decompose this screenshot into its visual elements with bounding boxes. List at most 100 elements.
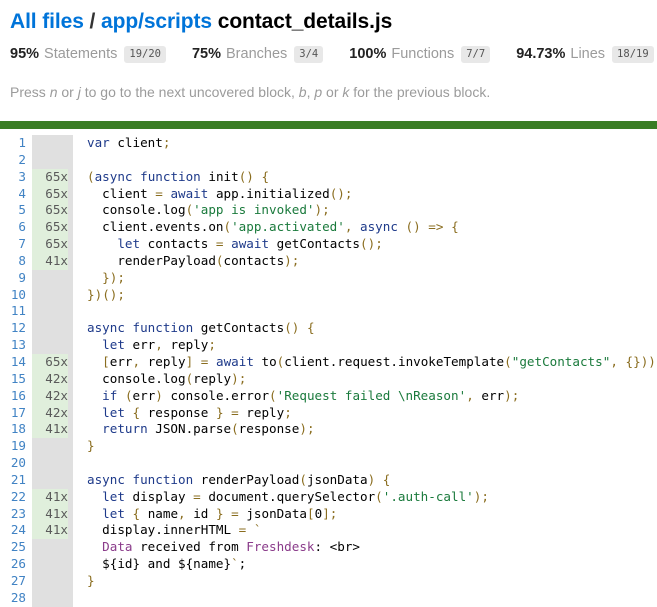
hit-count [32, 556, 68, 573]
line-number[interactable]: 6 [0, 219, 26, 236]
line-number[interactable]: 1 [0, 135, 26, 152]
hit-count: 65x [32, 353, 68, 371]
metric-statements-percent: 95% [10, 46, 40, 62]
line-number[interactable]: 18 [0, 421, 26, 438]
metric-statements-label: Statements [44, 46, 118, 62]
code-line: return JSON.parse(response); [102, 421, 315, 437]
code-line: var client; [87, 135, 171, 150]
line-number[interactable]: 13 [0, 337, 26, 354]
breadcrumb-link-all-files[interactable]: All files [10, 10, 84, 33]
code-line: })(); [87, 286, 125, 302]
code-line: (async function init() { [87, 168, 270, 184]
hit-count: 41x [32, 252, 68, 270]
hit-count-gutter: 65x 65x 65x 65x 65x 41x 65x 42x 42x 42x 41x 41x 41… [32, 135, 73, 607]
metric-functions-fraction: 7/7 [461, 45, 491, 63]
breadcrumb-filename: contact_details.js [217, 10, 393, 33]
code-line: let display = document.querySelector('.a… [102, 488, 489, 504]
hit-count [32, 337, 68, 354]
hint-part2: or [57, 84, 78, 100]
line-number[interactable]: 7 [0, 236, 26, 253]
hit-count [32, 539, 68, 557]
code-line: } [87, 572, 95, 588]
metric-functions-percent: 100% [349, 46, 387, 62]
line-number[interactable]: 16 [0, 388, 26, 405]
metric-lines-fraction: 18/19 [612, 45, 654, 63]
metric-statements: 95% Statements 19/20 [10, 45, 166, 63]
line-number[interactable]: 12 [0, 320, 26, 337]
line-number[interactable]: 10 [0, 287, 26, 304]
code-line: async function renderPayload(jsonData) { [87, 471, 391, 487]
line-number-gutter[interactable]: 1 2 3 4 5 6 7 8 9 10 11 12 13 14 15 16 17 18 19 20 21 22 23 24 2… [0, 135, 32, 607]
code-line: }); [102, 269, 125, 285]
hit-count: 42x [32, 370, 68, 388]
metric-branches-label: Branches [226, 46, 288, 62]
hint-part6: for the previous block. [349, 84, 491, 100]
code-line: let err, reply; [102, 337, 216, 353]
line-number[interactable]: 2 [0, 152, 26, 169]
hit-count: 42x [32, 404, 68, 422]
code-line: async function getContacts() { [87, 320, 315, 336]
code-line: console.log(reply); [87, 370, 247, 386]
metric-branches: 75% Branches 3/4 [192, 45, 324, 63]
line-number[interactable]: 21 [0, 472, 26, 489]
hit-count [32, 286, 68, 304]
breadcrumb-link-directory[interactable]: app/scripts [101, 10, 212, 33]
hint-key-b: b [298, 84, 307, 100]
line-number[interactable]: 24 [0, 522, 26, 539]
metric-branches-fraction: 3/4 [294, 45, 324, 63]
line-number[interactable]: 8 [0, 253, 26, 270]
code-line: console.log('app is invoked'); [87, 202, 330, 218]
code-line: Data received from Freshdesk: <br> [102, 539, 360, 555]
code-line: let { response } = reply; [102, 404, 292, 420]
metric-functions-label: Functions [391, 46, 455, 62]
code-line: renderPayload(contacts); [87, 252, 300, 268]
keyboard-hint: Press n or j to go to the next uncovered… [0, 83, 657, 101]
line-number[interactable]: 14 [0, 354, 26, 371]
source-code-view: 1 2 3 4 5 6 7 8 9 10 11 12 13 14 15 16 17 18 19 20 21 22 23 24 2… [0, 129, 657, 607]
metric-lines: 94.73% Lines 18/19 [516, 45, 654, 63]
code-line: if (err) console.error('Request failed \… [102, 387, 520, 403]
hit-count [32, 151, 68, 169]
line-number[interactable]: 3 [0, 169, 26, 186]
metric-lines-label: Lines [570, 46, 606, 62]
code-line: client = await app.initialized(); [87, 185, 353, 201]
hit-count: 41x [32, 505, 68, 523]
line-number[interactable]: 11 [0, 303, 26, 320]
source-code-body[interactable]: var client; (async function init() { cli… [73, 135, 657, 607]
line-number[interactable]: 28 [0, 590, 26, 607]
hit-count: 65x [32, 202, 68, 220]
code-line: let contacts = await getContacts(); [117, 236, 383, 252]
breadcrumb: All files / app/scripts contact_details.… [10, 8, 647, 36]
hit-count: 65x [32, 168, 68, 186]
hit-count [32, 589, 68, 607]
line-number[interactable]: 25 [0, 539, 26, 556]
code-line: } [87, 438, 95, 454]
code-line: [err, reply] = await to(client.request.i… [102, 353, 657, 369]
code-line: client.events.on('app.activated', async … [87, 219, 459, 235]
line-number[interactable]: 17 [0, 405, 26, 422]
metric-statements-fraction: 19/20 [124, 45, 166, 63]
line-number[interactable]: 4 [0, 186, 26, 203]
line-number[interactable]: 23 [0, 506, 26, 523]
hit-count: 65x [32, 219, 68, 237]
line-number[interactable]: 20 [0, 455, 26, 472]
hit-count [32, 269, 68, 287]
hit-count [32, 320, 68, 338]
hit-count: 65x [32, 185, 68, 203]
hit-count [32, 455, 68, 472]
hint-part3: to go to the next uncovered block, [80, 84, 299, 100]
hint-part5: or [322, 84, 343, 100]
line-number[interactable]: 19 [0, 438, 26, 455]
coverage-status-bar [0, 121, 657, 129]
line-number[interactable]: 27 [0, 573, 26, 590]
coverage-report-page: All files / app/scripts contact_details.… [0, 0, 657, 607]
line-number[interactable]: 5 [0, 202, 26, 219]
line-number[interactable]: 22 [0, 489, 26, 506]
line-number[interactable]: 15 [0, 371, 26, 388]
hit-count: 41x [32, 522, 68, 540]
line-number[interactable]: 9 [0, 270, 26, 287]
line-number[interactable]: 26 [0, 556, 26, 573]
